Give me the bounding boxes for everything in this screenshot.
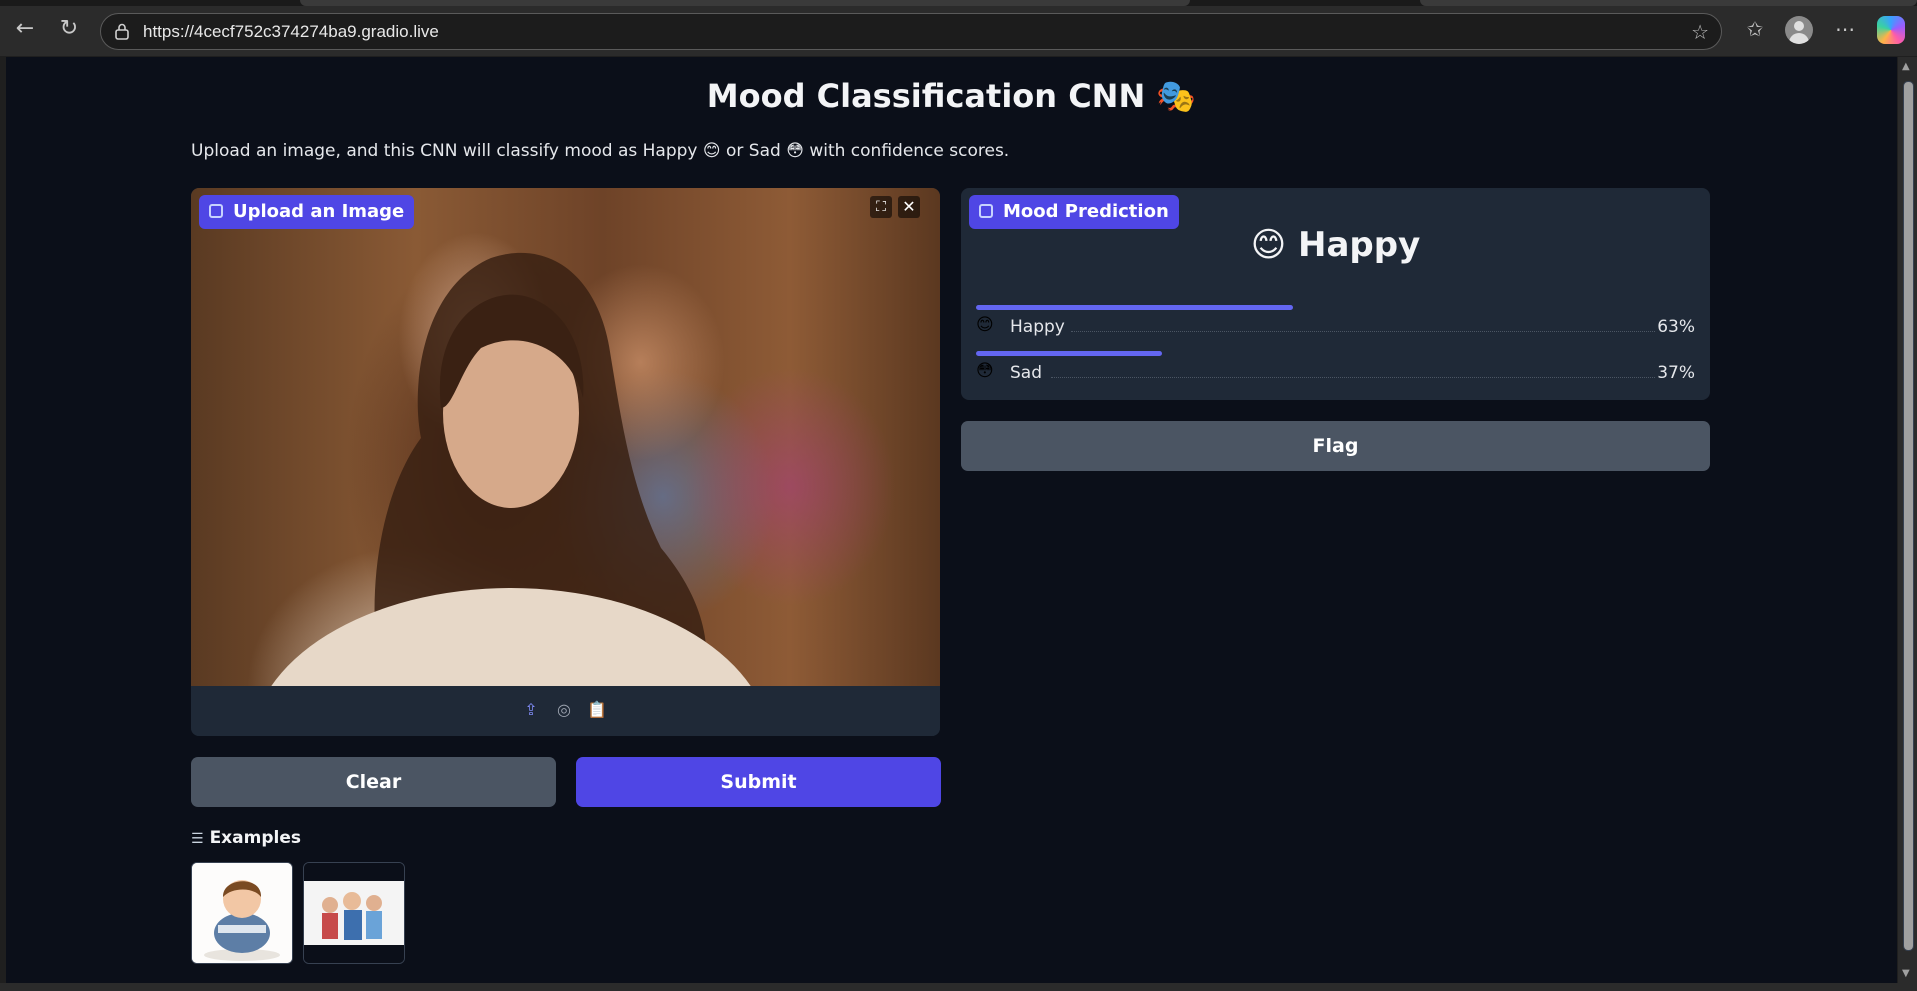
tab-strip <box>0 0 1917 6</box>
browser-toolbar: ← ↻ https://4cecf752c374274ba9.gradio.li… <box>0 0 1917 56</box>
close-icon[interactable]: ✕ <box>898 196 920 218</box>
image-input-panel: ⛶ ✕ Upload an Image ⇪ ◎ 📋 <box>191 188 940 736</box>
example-sad-boy-image <box>192 863 292 963</box>
happy-emoji-icon: 😊 <box>976 315 994 335</box>
confidence-bar <box>976 305 1294 310</box>
submit-button[interactable]: Submit <box>576 757 941 807</box>
page-description: Upload an image, and this CNN will class… <box>191 141 1010 161</box>
favorites-icon[interactable]: ✩ <box>1740 14 1770 44</box>
window-bottom-edge <box>0 983 1917 991</box>
mood-prediction-panel: Mood Prediction 😊 Happy 😊 Happy 63% 😳 Sa… <box>961 188 1710 400</box>
clipboard-icon[interactable]: 📋 <box>587 700 607 720</box>
example-thumbnail[interactable] <box>303 862 405 964</box>
sad-emoji-icon: 😳 <box>976 361 994 381</box>
confidence-label: Sad <box>1010 363 1042 383</box>
lock-icon[interactable] <box>113 22 131 40</box>
profile-icon[interactable] <box>1785 16 1813 44</box>
star-icon[interactable]: ☆ <box>1691 20 1709 44</box>
back-icon[interactable]: ← <box>12 16 38 42</box>
clear-button[interactable]: Clear <box>191 757 556 807</box>
confidence-label: Happy <box>1010 317 1065 337</box>
example-kids-image <box>304 863 404 963</box>
source-selector: ⇪ ◎ 📋 <box>191 686 940 736</box>
top-prediction: 😊 Happy <box>1250 225 1421 265</box>
page-viewport: Mood Classification CNN 🎭 Upload an imag… <box>6 57 1897 983</box>
reload-icon[interactable]: ↻ <box>56 16 82 42</box>
example-thumbnail[interactable] <box>191 862 293 964</box>
page-title: Mood Classification CNN 🎭 <box>706 77 1197 115</box>
examples-heading: ☰ Examples <box>191 828 301 848</box>
confidence-percent: 63% <box>1657 317 1695 337</box>
scrollbar[interactable]: ▲ ▼ <box>1898 57 1917 983</box>
confidence-row-sad[interactable]: 😳 Sad 37% <box>976 351 1695 391</box>
image-icon <box>209 204 223 218</box>
mood-prediction-label: Mood Prediction <box>969 195 1179 229</box>
leader-dots <box>1051 377 1655 378</box>
upload-image-label: Upload an Image <box>199 195 415 229</box>
address-bar[interactable]: https://4cecf752c374274ba9.gradio.live ☆ <box>100 13 1722 50</box>
copilot-icon[interactable] <box>1877 16 1905 44</box>
bar-chart-icon <box>979 204 993 218</box>
girl-silhouette <box>271 252 751 686</box>
uploaded-image[interactable]: ⛶ ✕ Upload an Image <box>191 188 940 686</box>
scroll-down-icon[interactable]: ▼ <box>1902 968 1910 979</box>
more-icon[interactable]: ⋯ <box>1830 14 1860 44</box>
confidence-percent: 37% <box>1657 363 1695 383</box>
flag-button[interactable]: Flag <box>961 421 1710 471</box>
leader-dots <box>1071 331 1655 332</box>
upload-icon[interactable]: ⇪ <box>521 700 541 720</box>
fullscreen-icon[interactable]: ⛶ <box>870 196 892 218</box>
scroll-up-icon[interactable]: ▲ <box>1902 61 1910 72</box>
list-icon: ☰ <box>191 831 204 847</box>
confidence-row-happy[interactable]: 😊 Happy 63% <box>976 305 1695 345</box>
scrollbar-thumb[interactable] <box>1903 81 1914 951</box>
confidence-bar <box>976 351 1163 356</box>
url-text[interactable]: https://4cecf752c374274ba9.gradio.live <box>143 22 439 42</box>
webcam-icon[interactable]: ◎ <box>554 700 574 720</box>
